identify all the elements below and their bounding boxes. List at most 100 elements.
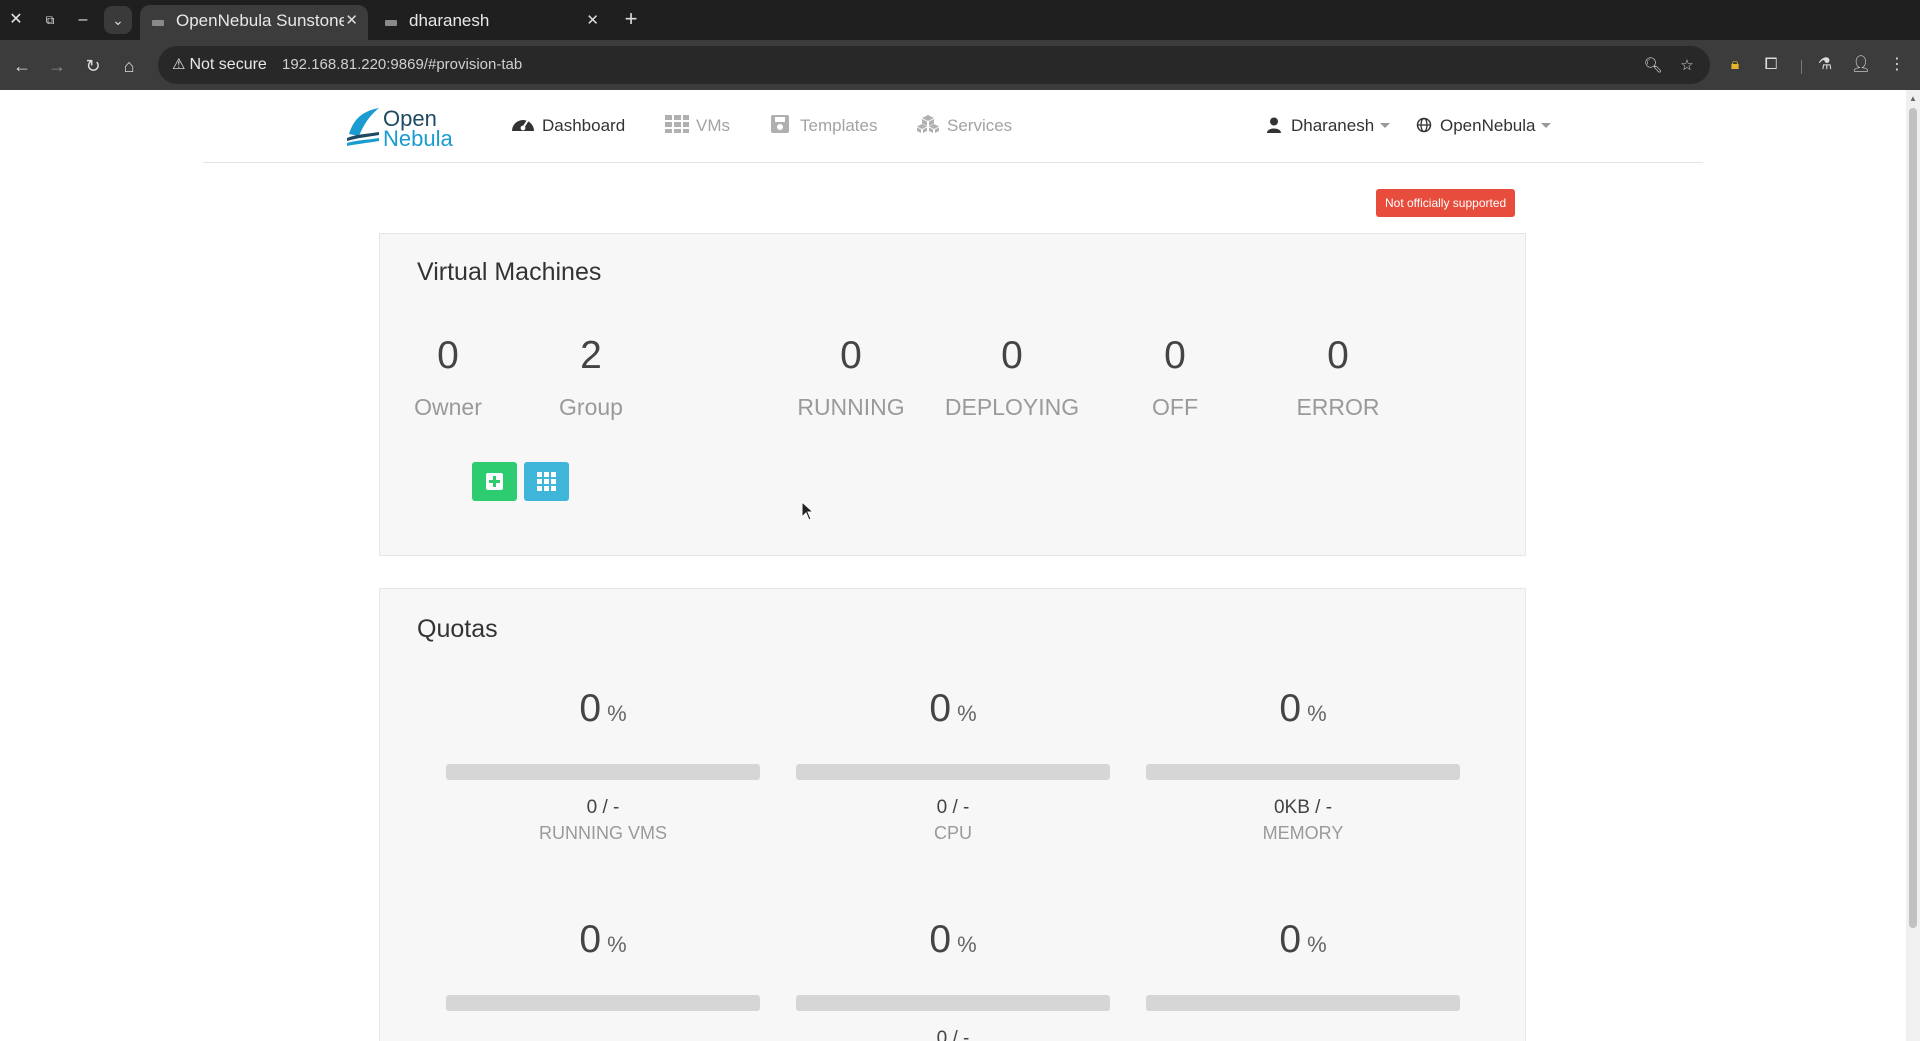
quota-used: 0 / - [936,797,970,818]
app-top-navigation: Open Nebula Dashboard VMs Templates Serv… [203,90,1703,163]
page-viewport: Open Nebula Dashboard VMs Templates Serv… [0,90,1920,1041]
logo-text-nebula: Nebula [383,126,453,151]
vm-stat-owner[interactable]: 0 Owner [368,334,528,422]
page-favicon-icon [152,18,166,28]
tab-title: OpenNebula Sunstone: Cloud Operations Ce… [176,11,344,30]
vm-stat-running[interactable]: 0 RUNNING [771,334,931,422]
vm-stat-group[interactable]: 2 Group [511,334,671,422]
tab-close-icon[interactable]: ✕ [345,5,358,37]
grid-icon [665,115,689,133]
caret-down-icon [1380,123,1391,128]
caret-down-icon [1541,123,1552,128]
vm-stat-off[interactable]: 0 OFF [1095,334,1255,422]
nav-templates-label: Templates [800,116,878,135]
nav-services[interactable]: Services [915,112,1012,140]
labs-flask-icon[interactable]: ⚗ [1813,53,1837,77]
minimize-window-icon[interactable]: – [72,9,94,31]
quota-item: 0% [1146,918,1460,1027]
back-arrow-icon[interactable]: ← [9,53,35,79]
zoom-magnifier-icon[interactable]: 🔍︎ [1642,55,1664,77]
vm-stat-deploying[interactable]: 0 DEPLOYING [932,334,1092,422]
quota-percent: 0 [929,687,952,730]
nav-dashboard[interactable]: Dashboard [510,112,625,140]
quota-progress-bar [1146,995,1460,1011]
quota-used: 0KB / - [1273,797,1333,818]
nav-templates[interactable]: Templates [768,112,877,140]
nav-dashboard-label: Dashboard [542,116,626,135]
quota-cpu: 0% 0 / - CPU [796,687,1110,846]
quota-percent: 0 [1279,687,1302,730]
percent-unit: % [1307,932,1327,957]
vm-stat-error[interactable]: 0 ERROR [1258,334,1418,422]
reload-icon[interactable]: ↻ [80,53,106,79]
stat-value: 0 [1327,334,1349,377]
nav-services-label: Services [947,116,1013,135]
support-status-badge: Not officially supported [1376,189,1516,217]
browser-tab[interactable]: dharanesh ✕ [373,5,609,40]
stat-label: ERROR [1296,394,1380,420]
quota-label: MEMORY [1262,823,1344,843]
quota-memory: 0% 0KB / - MEMORY [1146,687,1460,846]
zone-dropdown[interactable]: OpenNebula [1416,112,1552,140]
quota-label: RUNNING VMS [538,823,667,843]
url-text[interactable]: 192.168.81.220:9869/#provision-tab [282,46,522,84]
percent-unit: % [957,932,977,957]
quota-used: 0 / - [586,797,620,818]
stat-label: Group [559,394,623,420]
user-icon [1267,117,1281,133]
quota-percent: 0 [579,687,602,730]
percent-unit: % [957,701,977,726]
password-key-icon[interactable]: 🔒︎ [1723,53,1747,77]
profile-avatar-icon[interactable]: 👤︎ [1849,53,1873,77]
virtual-machines-panel: Virtual Machines 0 Owner 2 Group 0 RUNNI… [379,233,1526,556]
zone-name: OpenNebula [1440,116,1536,135]
kebab-menu-icon[interactable]: ⋮ [1885,53,1909,77]
stat-label: DEPLOYING [944,394,1080,420]
list-vms-button[interactable] [524,462,569,501]
quotas-panel: Quotas 0% 0 / - RUNNING VMS 0% 0 / - CPU… [379,588,1526,1041]
quota-used: 0 / - [936,1028,970,1041]
scrollbar-thumb[interactable] [1909,108,1917,928]
site-security-chip[interactable]: ⚠ Not secure [166,51,275,79]
quota-progress-bar [796,764,1110,780]
quota-progress-bar [446,764,760,780]
stat-value: 0 [840,334,862,377]
new-tab-plus-icon[interactable]: + [618,6,644,34]
nav-vms[interactable]: VMs [664,112,730,140]
restore-window-icon[interactable]: ⧉ [39,9,61,31]
globe-icon [1416,117,1432,133]
nav-vms-label: VMs [696,116,730,135]
security-label: Not secure [189,56,267,73]
user-dropdown[interactable]: Dharanesh [1267,112,1391,140]
opennebula-logo[interactable]: Open Nebula [345,104,465,151]
browser-toolbar: ← → ↻ ⌂ ⚠ Not secure 192.168.81.220:9869/… [0,40,1920,90]
stat-label: RUNNING [797,394,905,420]
quota-label: CPU [933,823,972,843]
quota-progress-bar [1146,764,1460,780]
tab-close-icon[interactable]: ✕ [586,5,599,37]
forward-arrow-icon[interactable]: → [44,53,70,79]
scroll-up-arrow-icon[interactable]: ▲ [1909,94,1917,103]
percent-unit: % [607,932,627,957]
home-icon[interactable]: ⌂ [116,53,142,79]
close-window-icon[interactable]: ✕ [5,9,27,31]
warning-triangle-icon: ⚠ [172,56,186,73]
toolbar-separator [1801,60,1802,74]
plus-square-icon [486,473,503,490]
tab-search-chevron-icon[interactable]: ⌄ [104,6,132,34]
stat-value: 0 [437,334,459,377]
bookmark-star-icon[interactable]: ☆ [1676,55,1698,77]
browser-tab-active[interactable]: OpenNebula Sunstone: Cloud Operations Ce… [140,5,368,40]
page-scrollbar[interactable]: ▲ [1906,90,1920,1041]
dashboard-gauge-icon [512,119,534,131]
stat-value: 0 [1164,334,1186,377]
quota-progress-bar [446,995,760,1011]
percent-unit: % [607,701,627,726]
quota-progress-bar [796,995,1110,1011]
extensions-puzzle-icon[interactable]: ⧠ [1759,53,1783,77]
address-bar[interactable]: ⚠ Not secure 192.168.81.220:9869/#provisi… [158,46,1710,84]
stat-value: 2 [580,334,602,377]
create-vm-button[interactable] [472,462,517,501]
stat-value: 0 [1001,334,1023,377]
vm-panel-title: Virtual Machines [417,258,602,286]
